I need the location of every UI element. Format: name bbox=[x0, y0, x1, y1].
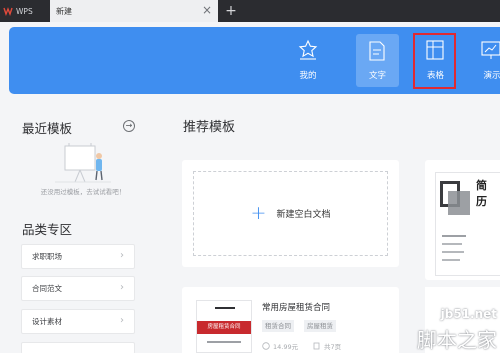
chevron-right-icon: › bbox=[120, 250, 124, 261]
category-writer-label: 文字 bbox=[368, 71, 386, 81]
tag-house-rental[interactable]: 房屋租赁 bbox=[304, 320, 336, 332]
contract-thumb-banner: 房屋租赁合同 bbox=[197, 321, 251, 334]
tab-new[interactable]: 新建 × bbox=[50, 0, 218, 22]
app-label: WPS bbox=[16, 6, 33, 16]
sidebar-item-design[interactable]: 设计素材 › bbox=[21, 309, 135, 334]
category-mine-label: 我的 bbox=[299, 71, 317, 81]
sidebar-item-contracts[interactable]: 合同范文 › bbox=[21, 276, 135, 301]
sidebar-item-jobs[interactable]: 求职职场 › bbox=[21, 244, 135, 269]
category-writer[interactable]: 文字 bbox=[356, 34, 399, 87]
contract-pages: 共7页 bbox=[324, 343, 342, 351]
new-blank-document-button[interactable]: + 新建空白文档 bbox=[193, 171, 388, 256]
new-blank-document-card[interactable]: + 新建空白文档 bbox=[182, 160, 399, 267]
presentation-icon bbox=[481, 41, 500, 59]
plus-icon: + bbox=[250, 202, 267, 224]
watermark-name: 脚本之家 bbox=[417, 328, 497, 352]
tab-new-label: 新建 bbox=[56, 6, 72, 16]
writer-doc-icon bbox=[369, 41, 385, 61]
empty-board-illustration-icon bbox=[55, 143, 111, 183]
wps-app-tab[interactable]: WPS bbox=[0, 0, 50, 22]
photo-shadow bbox=[448, 191, 470, 215]
chevron-right-icon: › bbox=[120, 282, 124, 293]
coin-icon bbox=[262, 342, 270, 350]
watermark-url: jb51.net bbox=[440, 307, 497, 321]
tag-rental-contract[interactable]: 租赁合同 bbox=[262, 320, 294, 332]
star-doc-icon bbox=[298, 39, 318, 60]
recommended-templates-title: 推荐模板 bbox=[183, 120, 236, 135]
resume-thumb-title: 简 历 bbox=[476, 179, 487, 208]
chevron-right-icon: › bbox=[120, 315, 124, 326]
sidebar: 最近模板 → 还没用过模板，去试试看吧！ 品类专区 求职职场 › 合同范文 › … bbox=[9, 104, 156, 353]
resume-thumbnail: 简 历 bbox=[435, 172, 500, 276]
rental-contract-template-card[interactable]: 房屋租赁合同 常用房屋租赁合同 租赁合同 房屋租赁 14.99元 共7页 bbox=[182, 287, 399, 353]
sidebar-item-label: 合同范文 bbox=[32, 284, 62, 293]
arrow-right-icon[interactable]: → bbox=[123, 120, 135, 132]
category-presentation[interactable]: 演示 bbox=[472, 27, 500, 94]
resume-template-card[interactable]: 简 历 bbox=[425, 160, 500, 280]
contract-thumbnail: 房屋租赁合同 bbox=[196, 300, 252, 353]
category-zone-title: 品类专区 bbox=[22, 222, 73, 237]
empty-recent-tip: 还没用过模板，去试试看吧！ bbox=[40, 188, 126, 196]
wps-logo-icon bbox=[3, 6, 13, 17]
close-icon[interactable]: × bbox=[202, 4, 212, 17]
new-tab-button[interactable]: + bbox=[222, 2, 240, 20]
contract-title[interactable]: 常用房屋租赁合同 bbox=[262, 301, 330, 313]
recent-templates-title: 最近模板 bbox=[22, 121, 73, 136]
sidebar-item-label: 求职职场 bbox=[32, 252, 62, 261]
highlight-annotation bbox=[413, 33, 456, 89]
sidebar-item-more[interactable] bbox=[21, 342, 135, 353]
category-mine[interactable]: 我的 bbox=[284, 27, 332, 94]
sidebar-item-label: 设计素材 bbox=[32, 317, 62, 326]
contract-price: 14.99元 bbox=[273, 343, 299, 351]
pages-icon bbox=[313, 342, 320, 350]
category-presentation-label: 演示 bbox=[483, 71, 500, 81]
new-blank-document-label: 新建空白文档 bbox=[276, 210, 331, 220]
site-watermark: jb51.net 脚本之家 bbox=[390, 300, 500, 353]
title-bar: WPS 新建 × + bbox=[0, 0, 500, 22]
